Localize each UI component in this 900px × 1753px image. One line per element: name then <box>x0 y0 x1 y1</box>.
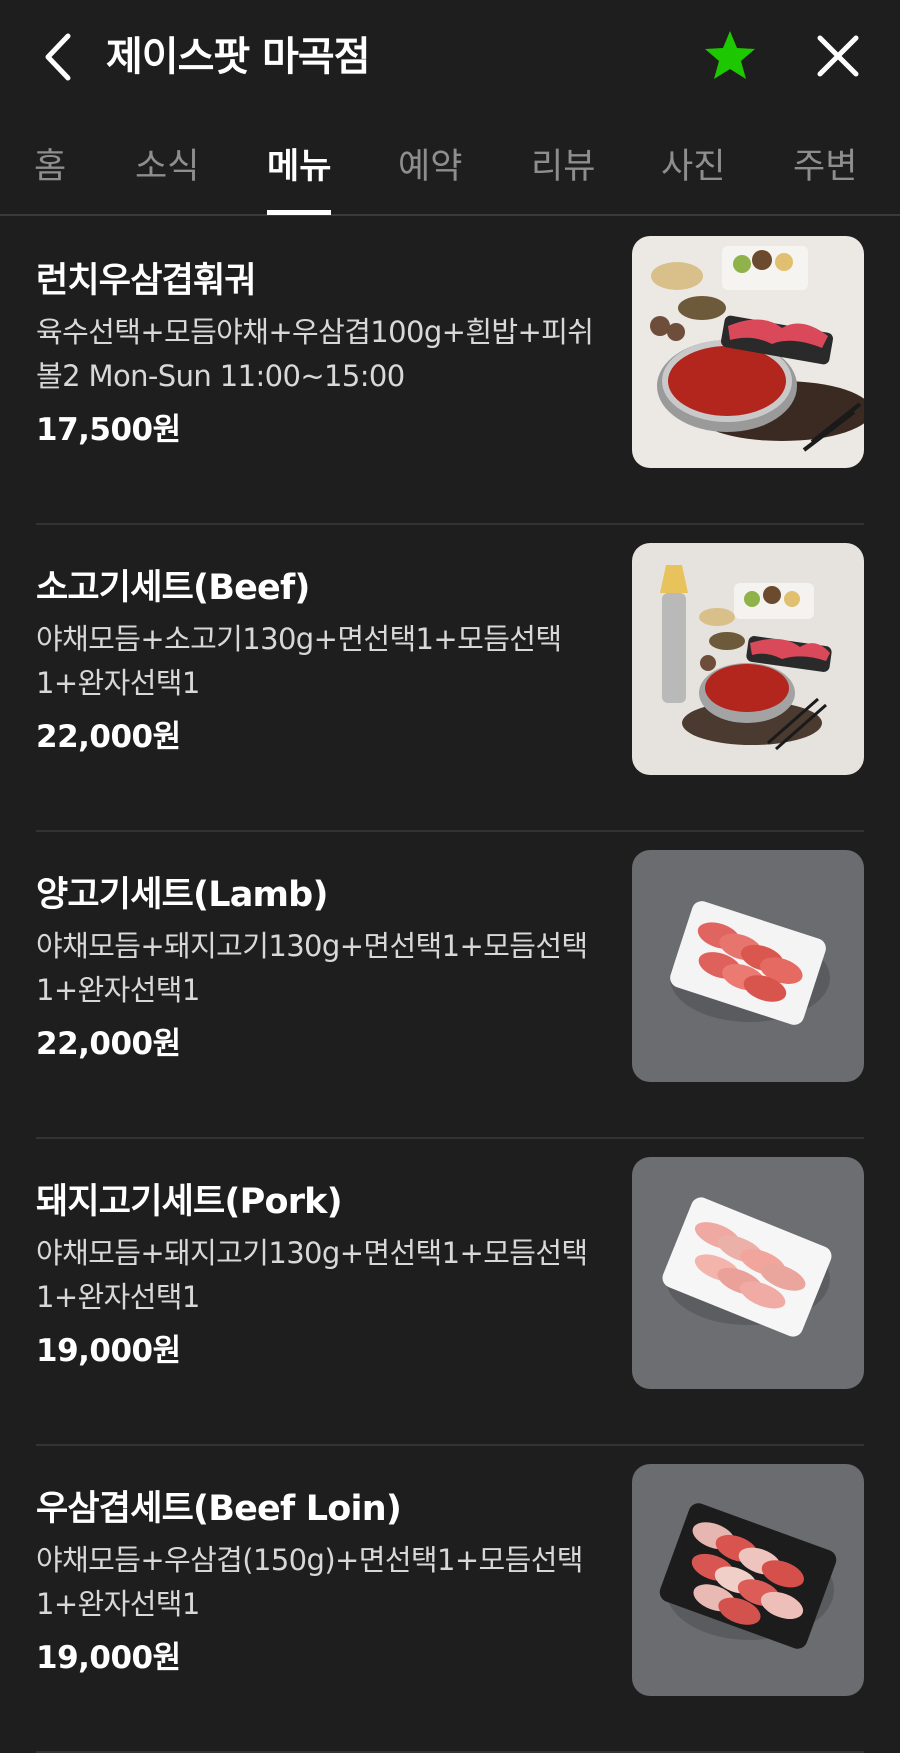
menu-item-name: 돼지고기세트(Pork) <box>36 1182 343 1222</box>
menu-item-description: 육수선택+모듬야채+우삼겹100g+흰밥+피쉬볼2 Mon-Sun 11:00~… <box>36 315 594 393</box>
close-icon <box>817 35 859 77</box>
tab-nearby[interactable]: 주변 <box>793 138 857 196</box>
chevron-left-icon <box>45 33 71 81</box>
menu-item[interactable]: 런치우삼겹훠궈 육수선택+모듬야채+우삼겹100g+흰밥+피쉬볼2 Mon-Su… <box>0 218 900 525</box>
menu-item-description: 야채모듬+돼지고기130g+면선택1+모듬선택1+완자선택1 <box>36 929 588 1007</box>
meat-plate-photo[interactable] <box>632 1157 864 1389</box>
favorite-button[interactable] <box>702 28 758 84</box>
active-tab-indicator <box>267 210 331 215</box>
tab-bar: 홈 소식 메뉴 예약 리뷰 사진 주변 <box>0 128 900 216</box>
menu-item-description: 야채모듬+소고기130g+면선택1+모듬선택1+완자선택1 <box>36 622 562 700</box>
menu-item-name: 소고기세트(Beef) <box>36 568 310 608</box>
tab-menu[interactable]: 메뉴 <box>267 138 331 196</box>
menu-item[interactable]: 우삼겹세트(Beef Loin) 야채모듬+우삼겹(150g)+면선택1+모듬선… <box>0 1446 900 1753</box>
menu-item[interactable]: 소고기세트(Beef) 야채모듬+소고기130g+면선택1+모듬선택1+완자선택… <box>0 525 900 832</box>
menu-item[interactable]: 돼지고기세트(Pork) 야채모듬+돼지고기130g+면선택1+모듬선택1+완자… <box>0 1139 900 1446</box>
tab-news[interactable]: 소식 <box>135 138 199 196</box>
menu-item-price: 22,000원 <box>36 1026 181 1062</box>
menu-item-price: 19,000원 <box>36 1333 181 1369</box>
menu-item-price: 22,000원 <box>36 719 181 755</box>
menu-item-name: 런치우삼겹훠궈 <box>36 261 257 301</box>
page-title: 제이스팟 마곡점 <box>106 34 371 80</box>
menu-item-price: 19,000원 <box>36 1640 181 1676</box>
menu-item-price: 17,500원 <box>36 412 181 448</box>
meat-plate-photo[interactable] <box>632 850 864 1082</box>
menu-item-description: 야채모듬+돼지고기130g+면선택1+모듬선택1+완자선택1 <box>36 1236 588 1314</box>
tab-photo[interactable]: 사진 <box>661 138 725 196</box>
tab-home[interactable]: 홈 <box>34 138 66 196</box>
menu-list: 런치우삼겹훠궈 육수선택+모듬야채+우삼겹100g+흰밥+피쉬볼2 Mon-Su… <box>0 218 900 1753</box>
menu-item[interactable]: 양고기세트(Lamb) 야채모듬+돼지고기130g+면선택1+모듬선택1+완자선… <box>0 832 900 1139</box>
menu-item-name: 양고기세트(Lamb) <box>36 875 328 915</box>
hotpot-set-photo[interactable] <box>632 236 864 468</box>
tab-review[interactable]: 리뷰 <box>531 138 595 196</box>
close-button[interactable] <box>812 30 864 82</box>
tab-reservation[interactable]: 예약 <box>398 138 462 196</box>
back-button[interactable] <box>36 28 84 86</box>
app-header: 제이스팟 마곡점 <box>0 0 900 118</box>
menu-item-description: 야채모듬+우삼겹(150g)+면선택1+모듬선택1+완자선택1 <box>36 1543 583 1621</box>
meat-plate-photo[interactable] <box>632 1464 864 1696</box>
hotpot-set-photo[interactable] <box>632 543 864 775</box>
menu-item-name: 우삼겹세트(Beef Loin) <box>36 1489 402 1529</box>
star-icon <box>705 31 755 79</box>
